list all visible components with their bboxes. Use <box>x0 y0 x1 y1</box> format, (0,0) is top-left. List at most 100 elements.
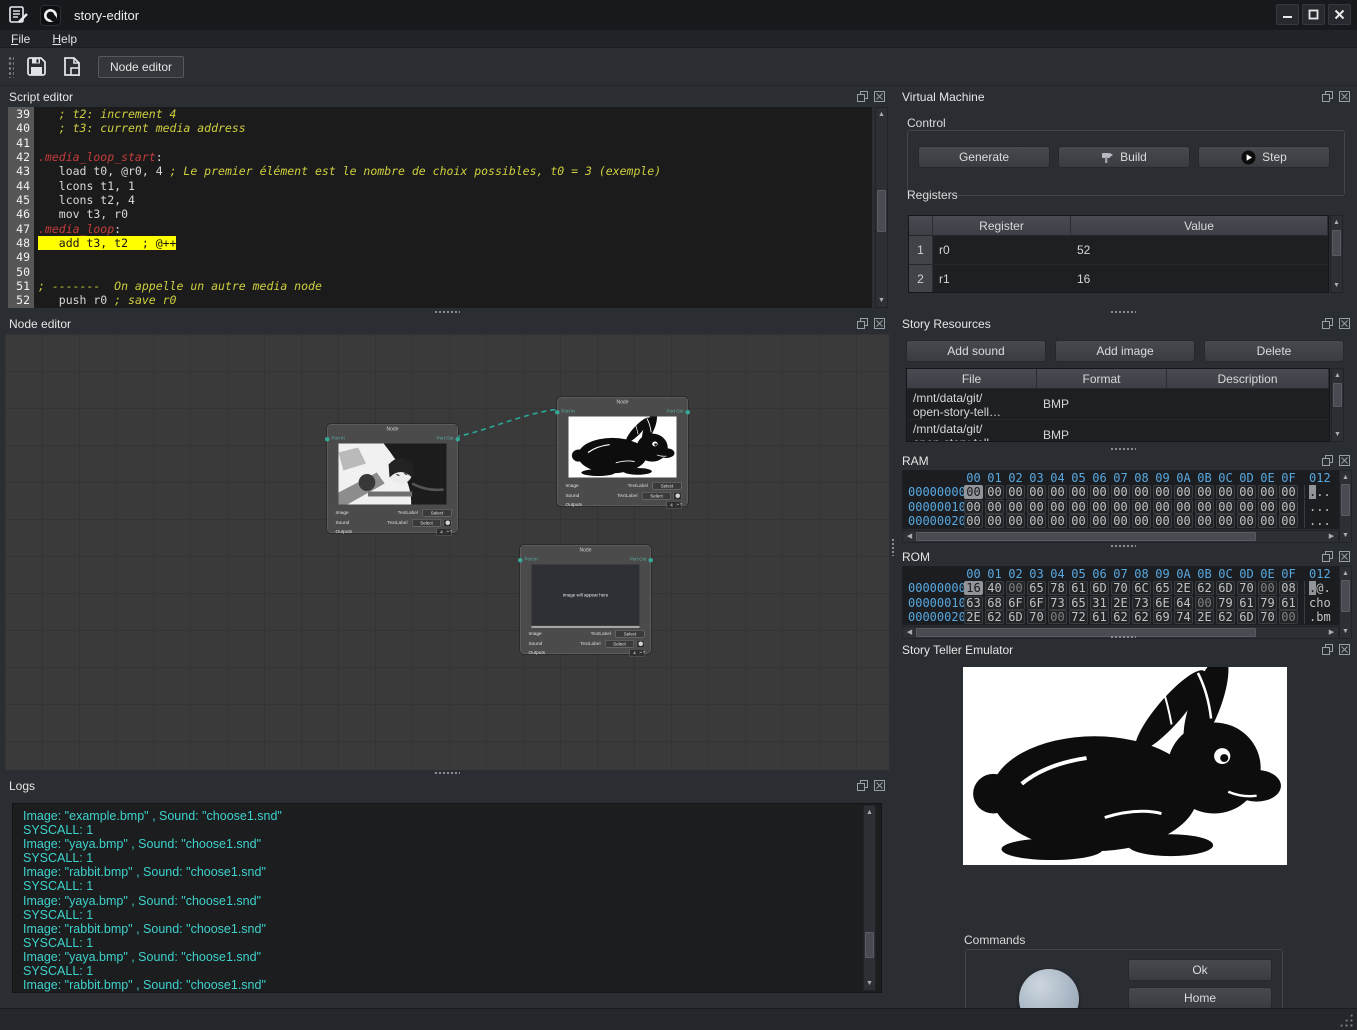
build-button[interactable]: Build <box>1058 146 1190 168</box>
hex-byte[interactable]: 00 <box>1216 514 1235 528</box>
hex-byte[interactable]: 00 <box>964 514 983 528</box>
hex-byte[interactable]: 79 <box>1258 596 1277 610</box>
hex-byte[interactable]: 00 <box>1027 500 1046 514</box>
resources-table[interactable]: FileFormatDescription/mnt/data/git/ open… <box>906 368 1330 442</box>
column-header[interactable]: Format <box>1037 369 1167 389</box>
minimize-button[interactable] <box>1276 4 1299 25</box>
splitter-handle[interactable] <box>1110 310 1136 314</box>
splitter-handle[interactable] <box>1110 635 1136 639</box>
node-editor-dock-titlebar[interactable]: Node editor <box>4 315 890 333</box>
resize-grip[interactable] <box>1339 1013 1353 1027</box>
register-name-cell[interactable]: r1 <box>933 265 1071 293</box>
hex-byte[interactable]: 61 <box>1237 596 1256 610</box>
hex-byte[interactable]: 00 <box>1153 500 1172 514</box>
hex-byte[interactable]: 62 <box>985 610 1004 624</box>
hex-byte[interactable]: 00 <box>985 485 1004 499</box>
scroll-left-arrow[interactable]: ◀ <box>904 627 915 638</box>
script-line[interactable]: 49 <box>8 250 872 264</box>
description-cell[interactable] <box>1167 389 1329 419</box>
hex-byte[interactable]: 00 <box>1258 485 1277 499</box>
hex-byte[interactable]: 00 <box>1195 596 1214 610</box>
port-out-connector[interactable] <box>686 410 691 415</box>
close-icon[interactable] <box>1338 90 1351 103</box>
float-icon[interactable] <box>1321 643 1334 656</box>
scroll-down-arrow[interactable]: ▼ <box>1331 280 1342 291</box>
hex-byte[interactable]: 00 <box>1111 500 1130 514</box>
hex-byte[interactable]: 00 <box>985 500 1004 514</box>
hex-byte[interactable]: 00 <box>1006 485 1025 499</box>
hex-row[interactable]: 0000002000000000000000000000000000000000… <box>902 514 1339 528</box>
hex-byte[interactable]: 00 <box>1090 485 1109 499</box>
hex-byte[interactable]: 6C <box>1132 581 1151 595</box>
hex-byte[interactable]: 2E <box>1195 610 1214 624</box>
vm-dock-titlebar[interactable]: Virtual Machine <box>897 88 1355 106</box>
hex-byte[interactable]: 00 <box>1258 581 1277 595</box>
ram-dock-titlebar[interactable]: RAM <box>897 452 1355 470</box>
close-icon[interactable] <box>1338 317 1351 330</box>
scroll-down-arrow[interactable]: ▼ <box>864 978 875 989</box>
script-line[interactable]: 51; ------- On appelle un autre media no… <box>8 279 872 293</box>
hex-byte[interactable]: 00 <box>1006 514 1025 528</box>
scroll-up-arrow[interactable]: ▲ <box>1340 568 1351 579</box>
close-icon[interactable] <box>1338 643 1351 656</box>
hex-byte[interactable]: 64 <box>1174 596 1193 610</box>
add-image-button[interactable]: Add image <box>1055 340 1195 362</box>
port-out-connector[interactable] <box>456 437 461 442</box>
scroll-up-arrow[interactable]: ▲ <box>1340 472 1351 483</box>
scroll-thumb[interactable] <box>1332 230 1341 256</box>
float-icon[interactable] <box>1321 317 1334 330</box>
spinbox-arrows[interactable]: ▲▼ <box>639 651 644 655</box>
script-line[interactable]: 45 lcons t2, 4 <box>8 193 872 207</box>
script-editor-vscrollbar[interactable]: ▲ ▼ <box>875 107 888 308</box>
hex-byte[interactable]: 00 <box>1216 500 1235 514</box>
sound-play-button[interactable] <box>444 519 452 527</box>
save-button[interactable] <box>22 53 50 81</box>
scroll-thumb[interactable] <box>877 190 886 232</box>
script-editor-dock-titlebar[interactable]: Script editor <box>4 88 890 106</box>
hex-byte[interactable]: 00 <box>1237 514 1256 528</box>
close-icon[interactable] <box>1338 550 1351 563</box>
hex-byte[interactable]: 79 <box>1216 596 1235 610</box>
hex-byte[interactable]: 6D <box>1237 610 1256 624</box>
hex-byte[interactable]: 2E <box>964 610 983 624</box>
description-cell[interactable] <box>1167 420 1329 442</box>
float-icon[interactable] <box>856 90 869 103</box>
hex-byte[interactable]: 16 <box>964 581 983 595</box>
sound-play-button[interactable] <box>674 492 682 500</box>
hex-row[interactable]: 0000001000000000000000000000000000000000… <box>902 500 1339 514</box>
scroll-down-arrow[interactable]: ▼ <box>876 295 887 306</box>
hex-byte[interactable]: 00 <box>1006 581 1025 595</box>
float-icon[interactable] <box>856 779 869 792</box>
scroll-up-arrow[interactable]: ▲ <box>864 807 875 818</box>
close-icon[interactable] <box>873 779 886 792</box>
script-line[interactable]: 41 <box>8 136 872 150</box>
hex-byte[interactable]: 65 <box>1153 581 1172 595</box>
scroll-thumb[interactable] <box>916 628 1256 637</box>
add-sound-button[interactable]: Add sound <box>906 340 1046 362</box>
file-cell[interactable]: /mnt/data/git/ open-story-tell… <box>907 389 1037 419</box>
float-icon[interactable] <box>856 317 869 330</box>
script-line[interactable]: 47.media_loop: <box>8 222 872 236</box>
toolbar-drag-handle[interactable] <box>8 56 14 78</box>
emulator-dock-titlebar[interactable]: Story Teller Emulator <box>897 641 1355 659</box>
hex-byte[interactable]: 00 <box>1048 514 1067 528</box>
hex-byte[interactable]: 00 <box>1027 514 1046 528</box>
image-select-button[interactable]: Select <box>616 630 645 638</box>
ram-hscrollbar[interactable]: ◀ ▶ <box>902 530 1339 543</box>
media-node[interactable]: NodePort InPort OutImageTextLabelSelectS… <box>557 397 688 506</box>
resource-row[interactable]: /mnt/data/git/ open-story-tellBMP <box>907 420 1329 442</box>
script-line[interactable]: 52 push r0 ; save r0 <box>8 293 872 307</box>
hex-byte[interactable]: 78 <box>1048 581 1067 595</box>
hex-byte[interactable]: 62 <box>1132 610 1151 624</box>
column-header[interactable]: Register <box>933 216 1071 236</box>
hex-byte[interactable]: 00 <box>1090 514 1109 528</box>
register-value-cell[interactable]: 52 <box>1071 236 1328 264</box>
hex-byte[interactable]: 65 <box>1069 596 1088 610</box>
rom-hex-view[interactable]: 000102030405060708090A0B0C0D0E0F01200000… <box>902 566 1339 625</box>
close-button[interactable] <box>1328 4 1351 25</box>
scroll-thumb[interactable] <box>916 532 1256 541</box>
script-line[interactable]: 42.media_loop_start: <box>8 150 872 164</box>
scroll-up-arrow[interactable]: ▲ <box>1332 370 1343 381</box>
scroll-thumb[interactable] <box>1341 580 1350 612</box>
hex-byte[interactable]: 68 <box>985 596 1004 610</box>
